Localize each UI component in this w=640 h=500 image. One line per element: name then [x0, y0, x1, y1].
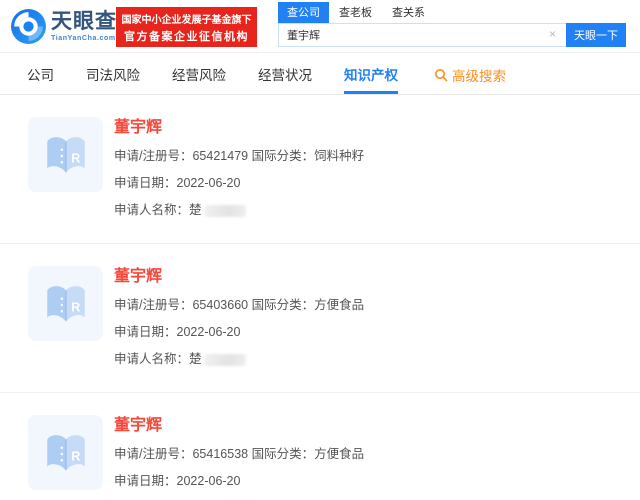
registration-row: 申请/注册号：65421479 国际分类：饲料种籽 [114, 143, 364, 170]
search-tab-company[interactable]: 查公司 [278, 2, 329, 23]
card-body: 董宇辉 申请/注册号：65421479 国际分类：饲料种籽 申请日期：2022-… [114, 117, 364, 224]
nav-item-company[interactable]: 公司 [27, 53, 54, 94]
search-tabs: 查公司 查老板 查关系 [278, 2, 626, 23]
trademark-book-icon[interactable]: R [28, 415, 103, 490]
certification-banner: 国家中小企业发展子基金旗下 官方备案企业征信机构 [116, 7, 257, 47]
search-button[interactable]: 天眼一下 [566, 23, 626, 47]
banner-line2: 官方备案企业征信机构 [124, 30, 249, 43]
registration-row: 申请/注册号：65416538 国际分类：方便食品 [114, 441, 364, 468]
card-body: 董宇辉 申请/注册号：65416538 国际分类：方便食品 申请日期：2022-… [114, 415, 364, 500]
apply-date-row: 申请日期：2022-06-20 [114, 319, 364, 346]
apply-date-label: 申请日期： [114, 176, 177, 190]
reg-no-label: 申请/注册号： [114, 447, 193, 461]
reg-no-value: 65421479 [192, 149, 249, 163]
applicant-row: 申请人名称：楚 [114, 346, 364, 373]
trademark-result-row: R 董宇辉 申请/注册号：65421479 国际分类：饲料种籽 申请日期：202… [0, 95, 640, 244]
trademark-title[interactable]: 董宇辉 [114, 418, 364, 434]
logo-title: 天眼查 [51, 10, 117, 33]
apply-date-label: 申请日期： [114, 325, 177, 339]
nav-item-intellectual-property[interactable]: 知识产权 [344, 53, 398, 94]
trademark-title[interactable]: 董宇辉 [114, 269, 364, 285]
reg-no-label: 申请/注册号： [114, 149, 193, 163]
intl-class-value: 方便食品 [314, 298, 365, 312]
intl-class-value: 方便食品 [314, 447, 365, 461]
redacted-text [203, 353, 246, 366]
applicant-label: 申请人名称： [114, 203, 190, 217]
apply-date-value: 2022-06-20 [176, 474, 241, 488]
redacted-text [203, 204, 246, 217]
apply-date-row: 申请日期：2022-06-20 [114, 170, 364, 197]
reg-no-value: 65416538 [192, 447, 249, 461]
applicant-value: 楚 [189, 203, 202, 217]
intl-class-label: 国际分类： [251, 447, 315, 461]
banner-line1: 国家中小企业发展子基金旗下 [121, 14, 252, 26]
search-tab-boss[interactable]: 查老板 [329, 2, 382, 23]
applicant-row: 申请人名称：楚 [114, 197, 364, 224]
search-icon [435, 69, 448, 82]
applicant-value: 楚 [189, 352, 202, 366]
nav-item-judicial-risk[interactable]: 司法风险 [86, 53, 140, 94]
trademark-book-icon[interactable]: R [28, 266, 103, 341]
trademark-result-row: R 董宇辉 申请/注册号：65416538 国际分类：方便食品 申请日期：202… [0, 393, 640, 500]
intl-class-label: 国际分类： [251, 149, 315, 163]
svg-text:R: R [71, 449, 80, 463]
nav-item-operation-status[interactable]: 经营状况 [258, 53, 312, 94]
trademark-title[interactable]: 董宇辉 [114, 120, 364, 136]
apply-date-row: 申请日期：2022-06-20 [114, 468, 364, 495]
tianyancha-page: 天眼查 TianYanCha.com 国家中小企业发展子基金旗下 官方备案企业征… [0, 0, 640, 500]
search-input-wrap: × [278, 23, 566, 47]
advanced-search-label: 高级搜索 [452, 69, 506, 84]
tianyancha-logo[interactable]: 天眼查 TianYanCha.com [10, 8, 117, 45]
intl-class-value: 饲料种籽 [314, 149, 365, 163]
search-area: 查公司 查老板 查关系 × 天眼一下 [278, 2, 626, 47]
apply-date-value: 2022-06-20 [176, 176, 241, 190]
applicant-label: 申请人名称： [114, 352, 190, 366]
clear-icon[interactable]: × [546, 28, 559, 41]
reg-no-label: 申请/注册号： [114, 298, 193, 312]
logo-domain: TianYanCha.com [51, 35, 116, 42]
search-tab-relation[interactable]: 查关系 [382, 2, 435, 23]
card-body: 董宇辉 申请/注册号：65403660 国际分类：方便食品 申请日期：2022-… [114, 266, 364, 373]
trademark-book-icon[interactable]: R [28, 117, 103, 192]
registration-row: 申请/注册号：65403660 国际分类：方便食品 [114, 292, 364, 319]
trademark-result-row: R 董宇辉 申请/注册号：65403660 国际分类：方便食品 申请日期：202… [0, 244, 640, 393]
advanced-search[interactable]: 高级搜索 [434, 53, 506, 94]
header: 天眼查 TianYanCha.com 国家中小企业发展子基金旗下 官方备案企业征… [0, 0, 640, 53]
svg-text:R: R [71, 300, 80, 314]
intl-class-label: 国际分类： [251, 298, 315, 312]
reg-no-value: 65403660 [192, 298, 249, 312]
search-row: × 天眼一下 [278, 23, 626, 47]
logo-text: 天眼查 TianYanCha.com [51, 11, 117, 42]
svg-text:R: R [71, 151, 80, 165]
result-nav: 公司 司法风险 经营风险 经营状况 知识产权 高级搜索 [0, 53, 640, 95]
applicant-row: 申请人名称：上海实业有限公司 [114, 495, 364, 500]
apply-date-label: 申请日期： [114, 474, 177, 488]
search-input[interactable] [278, 23, 566, 47]
nav-item-operation-risk[interactable]: 经营风险 [172, 53, 226, 94]
apply-date-value: 2022-06-20 [176, 325, 241, 339]
tianyancha-logo-icon [11, 9, 46, 44]
